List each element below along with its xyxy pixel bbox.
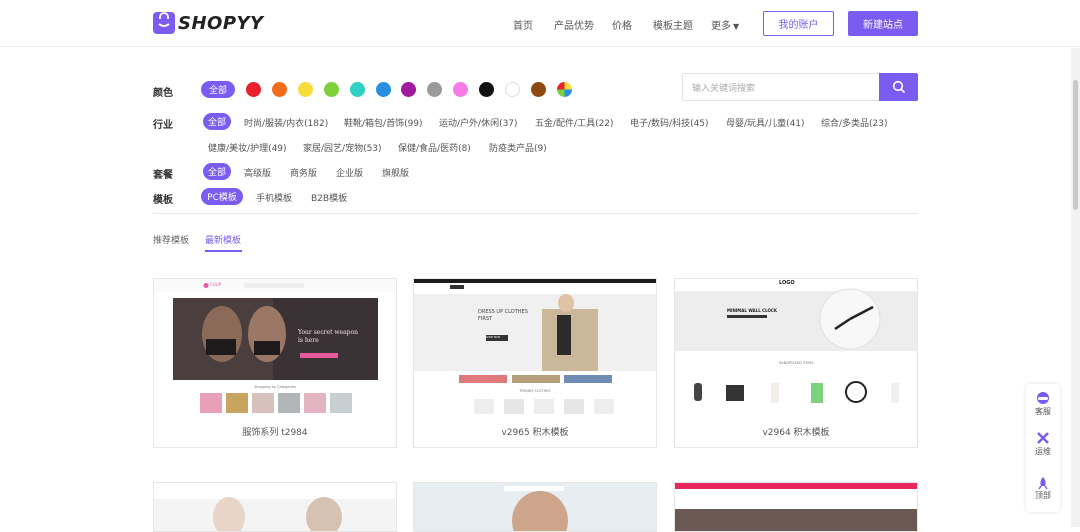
- template-card[interactable]: [413, 482, 657, 532]
- back-to-top-label: 顶部: [1035, 491, 1051, 500]
- back-to-top-button[interactable]: 顶部: [1026, 476, 1060, 501]
- card-cta-text: SHOP NOW: [486, 336, 501, 339]
- search-input[interactable]: 输入关键词搜索: [682, 73, 880, 101]
- color-swatch-red[interactable]: [246, 82, 261, 97]
- color-swatch-green[interactable]: [324, 82, 339, 97]
- search-button[interactable]: [879, 73, 918, 101]
- caret-down-icon: ▼: [733, 22, 740, 31]
- plan-all-pill[interactable]: 全部: [203, 163, 231, 180]
- plan-option[interactable]: 旗舰版: [382, 166, 409, 179]
- template-caption: 服饰系列 t2984: [242, 428, 308, 438]
- plan-option[interactable]: 企业版: [336, 166, 363, 179]
- industry-option[interactable]: 家居/园艺/宠物(53): [303, 141, 382, 154]
- template-thumbnail: DRESS UP CLOTHES FIRST SHOP NOW TRENDY C…: [414, 279, 656, 420]
- color-swatch-purple[interactable]: [401, 82, 416, 97]
- industry-filter-label: 行业: [153, 120, 173, 131]
- plan-option[interactable]: 商务版: [290, 166, 317, 179]
- template-thumbnail: LOGO MINIMAL WALL CLOCK HANDPICKED ITEMS: [675, 279, 917, 420]
- shopping-bag-icon: [153, 12, 175, 34]
- customer-service-button[interactable]: 客服: [1026, 390, 1060, 417]
- headset-icon: [1037, 392, 1049, 404]
- rocket-icon: [1038, 477, 1048, 490]
- card-hero-text: MINIMAL WALL CLOCK: [727, 308, 777, 313]
- template-filter-label: 模板: [153, 195, 173, 206]
- active-tab-indicator: [205, 250, 242, 252]
- template-option[interactable]: 手机模板: [256, 191, 292, 204]
- industry-option[interactable]: 健康/美妆/护理(49): [208, 141, 287, 154]
- nav-themes[interactable]: 模板主题: [653, 17, 693, 32]
- search-placeholder: 输入关键词搜索: [692, 83, 756, 94]
- color-swatch-gray[interactable]: [427, 82, 442, 97]
- card-section-text: TRENDY CLOTHES: [519, 389, 551, 393]
- nav-home[interactable]: 首页: [513, 17, 533, 32]
- template-caption: v2965 积木模板: [501, 428, 569, 438]
- tab-latest[interactable]: 最新模板: [205, 233, 241, 246]
- card-section-text: HANDPICKED ITEMS: [778, 361, 814, 365]
- color-swatch-orange[interactable]: [272, 82, 287, 97]
- search-icon: [892, 80, 905, 94]
- nav-more-label: 更多: [711, 21, 731, 32]
- card-hero-text: DRESS UP CLOTHES FIRST: [478, 309, 528, 322]
- color-swatch-yellow[interactable]: [298, 82, 313, 97]
- plan-option[interactable]: 高级版: [244, 166, 271, 179]
- color-all-pill[interactable]: 全部: [201, 81, 235, 98]
- industry-option[interactable]: 防疫类产品(9): [489, 141, 547, 154]
- color-swatch-black[interactable]: [479, 82, 494, 97]
- tab-recommended[interactable]: 推荐模板: [153, 233, 189, 246]
- floating-side-panel: 客服 运维 顶部: [1026, 384, 1060, 512]
- shopyy-logo[interactable]: SHOPYY: [153, 11, 264, 35]
- industry-option[interactable]: 五金/配件/工具(22): [535, 116, 614, 129]
- color-swatch-brown[interactable]: [531, 82, 546, 97]
- template-card[interactable]: LOGO MINIMAL WALL CLOCK HANDPICKED ITEMS…: [674, 278, 918, 448]
- industry-option[interactable]: 电子/数码/科技(45): [630, 116, 709, 129]
- template-card[interactable]: [674, 482, 918, 532]
- industry-option[interactable]: 鞋靴/箱包/首饰(99): [344, 116, 423, 129]
- color-swatch-cyan[interactable]: [350, 82, 365, 97]
- brand-name: SHOPYY: [178, 12, 264, 34]
- industry-option[interactable]: 时尚/服装/内衣(182): [244, 116, 328, 129]
- top-header: SHOPYY 首页 产品优势 价格 模板主题 更多 ▼ 我的账户 新建站点: [0, 0, 1080, 47]
- template-option[interactable]: B2B模板: [311, 191, 347, 204]
- nav-pricing[interactable]: 价格: [612, 17, 632, 32]
- industry-option[interactable]: 综合/多类品(23): [821, 116, 888, 129]
- color-filter-label: 颜色: [153, 88, 173, 99]
- scrollbar-thumb[interactable]: [1073, 80, 1078, 210]
- color-swatch-blue[interactable]: [376, 82, 391, 97]
- template-pc-pill[interactable]: PC模板: [201, 188, 243, 205]
- ops-button[interactable]: 运维: [1026, 430, 1060, 457]
- industry-option[interactable]: 运动/户外/休闲(37): [439, 116, 518, 129]
- my-account-button[interactable]: 我的账户: [763, 11, 834, 36]
- industry-option[interactable]: 母婴/玩具/儿童(41): [726, 116, 805, 129]
- color-swatch-pink[interactable]: [453, 82, 468, 97]
- nav-more[interactable]: 更多 ▼: [711, 17, 739, 32]
- color-swatch-multicolor[interactable]: [557, 82, 572, 97]
- new-site-button[interactable]: 新建站点: [848, 11, 918, 36]
- template-caption: v2964 积木模板: [762, 428, 830, 438]
- template-card[interactable]: [153, 482, 397, 532]
- tools-icon: [1037, 432, 1049, 444]
- card-logo-text: LOGO: [779, 280, 795, 286]
- template-card[interactable]: Your secret weapon is here Shopping by C…: [153, 278, 397, 448]
- plan-filter-label: 套餐: [153, 170, 173, 181]
- industry-all-pill[interactable]: 全部: [203, 113, 231, 130]
- filter-divider: [153, 213, 918, 214]
- nav-features[interactable]: 产品优势: [554, 17, 594, 32]
- customer-service-label: 客服: [1035, 407, 1051, 416]
- template-thumbnail: Your secret weapon is here Shopping by C…: [154, 279, 396, 420]
- color-swatch-white[interactable]: [505, 82, 520, 97]
- ops-label: 运维: [1035, 447, 1051, 456]
- template-card[interactable]: DRESS UP CLOTHES FIRST SHOP NOW TRENDY C…: [413, 278, 657, 448]
- industry-option[interactable]: 保健/食品/医药(8): [398, 141, 471, 154]
